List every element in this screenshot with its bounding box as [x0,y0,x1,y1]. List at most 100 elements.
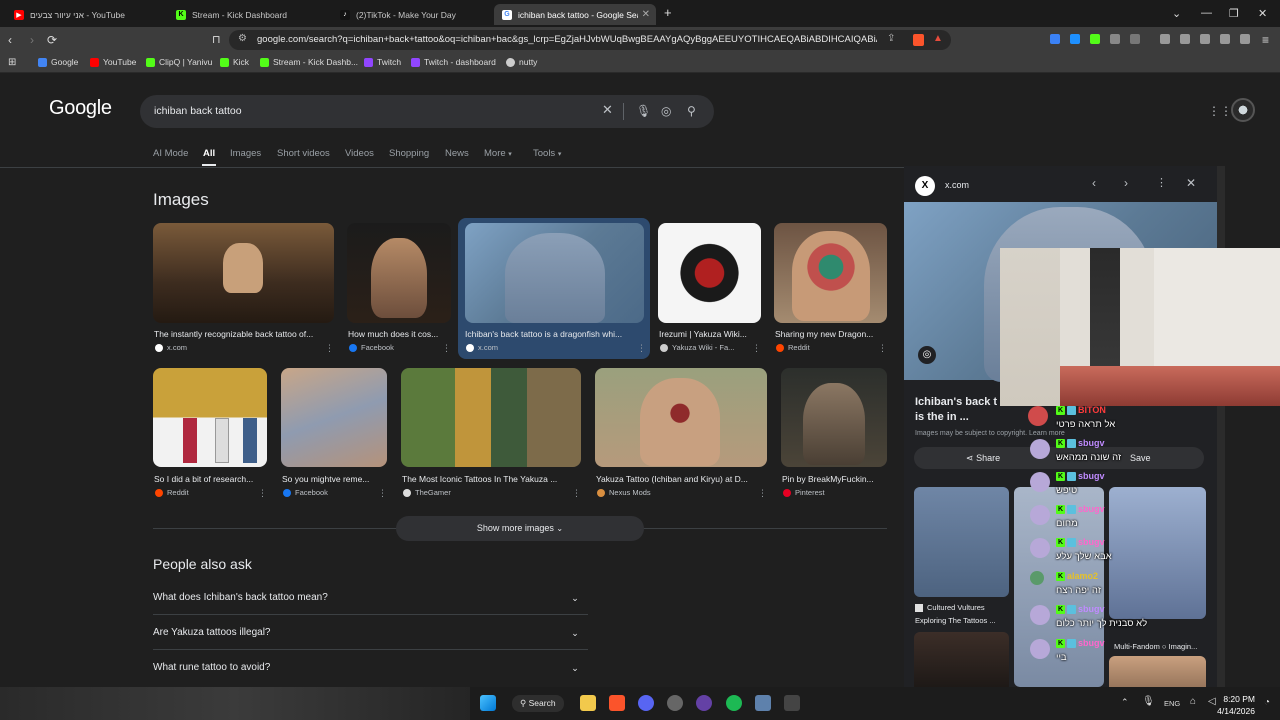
extension-icon[interactable] [1070,34,1080,44]
more-options-icon[interactable]: ⋮ [637,343,646,354]
bookmark-kick-dashboard[interactable]: Stream - Kick Dashb... [260,57,358,67]
taskbar-search[interactable]: ⚲ Search [512,695,564,712]
reload-icon[interactable]: ⟳ [47,33,57,47]
chevron-down-icon[interactable]: ⌄ [566,659,584,677]
paa-question[interactable]: What rune tattoo to avoid? ⌄ [153,662,588,673]
tab-videos[interactable]: Videos [345,148,374,159]
more-options-icon[interactable]: ⋮ [878,343,887,354]
tab-news[interactable]: News [445,148,469,159]
browser-tab-kick[interactable]: K Stream - Kick Dashboard [168,4,328,25]
search-box[interactable]: ichiban back tattoo ✕ 🎙 ◎ ⚲ [140,95,714,128]
media-icon[interactable] [1160,34,1170,44]
image-result-8[interactable] [401,368,581,467]
share-icon[interactable]: ⇪ [887,33,895,44]
image-caption[interactable]: So I did a bit of research... [154,474,264,484]
image-result-9[interactable] [595,368,767,467]
google-logo[interactable]: Google [49,97,112,120]
bookmark-clipq[interactable]: ClipQ | Yanivu [146,57,212,67]
image-source[interactable]: Reddit [155,488,189,497]
search-icon[interactable]: ⚲ [687,104,696,118]
image-caption[interactable]: How much does it cos... [348,329,448,339]
minimize-icon[interactable]: — [1201,7,1212,19]
image-caption[interactable]: Ichiban's back tattoo is a dragonfish wh… [465,329,637,339]
image-source[interactable]: Facebook [349,343,394,352]
extension-icon[interactable] [1050,34,1060,44]
browser-tab-tiktok[interactable]: ♪ (2)TikTok - Make Your Day [332,4,492,25]
chevron-down-icon[interactable]: ⌄ [566,589,584,607]
bookmark-google[interactable]: Google [38,57,78,67]
menu-icon[interactable]: ≡ [1262,33,1269,47]
brave-rewards-icon[interactable]: ▲ [933,33,943,44]
image-source[interactable]: x.com [466,343,498,352]
image-source[interactable]: Pinterest [783,488,825,497]
image-source[interactable]: TheGamer [403,488,451,497]
chevron-down-icon[interactable]: ⌄ [566,624,584,642]
preview-domain[interactable]: x.com [945,180,969,190]
wallet-icon[interactable] [1200,34,1210,44]
more-options-icon[interactable]: ⋮ [378,488,387,499]
discord-icon[interactable] [638,695,654,711]
bookmark-twitch-dashboard[interactable]: Twitch - dashboard [411,57,496,67]
brave-icon[interactable] [609,695,625,711]
tab-short-videos[interactable]: Short videos [277,148,330,159]
account-avatar[interactable] [1231,98,1255,122]
volume-icon[interactable]: ◁ [1208,696,1216,707]
google-apps-icon[interactable]: ⋮⋮ [1208,104,1232,118]
image-source[interactable]: Nexus Mods [597,488,651,497]
vpn-icon[interactable] [1240,34,1250,44]
image-source[interactable]: Reddit [776,343,810,352]
search-input[interactable]: ichiban back tattoo [154,105,242,117]
image-caption[interactable]: Irezumi | Yakuza Wiki... [659,329,759,339]
close-window-icon[interactable]: ✕ [1258,7,1267,20]
image-result-1[interactable] [153,223,334,323]
image-result-7[interactable] [281,368,387,467]
extensions-puzzle-icon[interactable] [1110,34,1120,44]
close-tab-icon[interactable]: ✕ [642,9,650,20]
tab-all[interactable]: All [203,148,215,159]
browser-tab-google[interactable]: G ichiban back tattoo - Google Sea... ✕ [494,4,656,25]
paa-question[interactable]: What does Ichiban's back tattoo mean? ⌄ [153,592,588,603]
previous-icon[interactable]: ‹ [1092,176,1096,190]
forward-icon[interactable]: › [30,33,34,47]
more-options-icon[interactable]: ⋮ [442,343,451,354]
app-icon[interactable] [696,695,712,711]
new-tab-icon[interactable]: + [664,5,672,20]
brave-shield-icon[interactable] [913,34,924,46]
image-result-3[interactable] [465,223,644,323]
file-explorer-icon[interactable] [580,695,596,711]
bookmark-youtube[interactable]: YouTube [90,57,136,67]
show-more-images-button[interactable]: Show more images ⌄ [396,516,644,541]
image-caption[interactable]: Pin by BreakMyFuckin... [782,474,886,484]
image-result-5[interactable] [774,223,887,323]
clear-icon[interactable]: ✕ [602,102,613,118]
share-button[interactable]: ⋖ Share [966,453,1000,464]
more-options-icon[interactable]: ⋮ [325,343,334,354]
bookmark-kick[interactable]: Kick [220,57,249,67]
lens-icon[interactable]: ◎ [661,104,671,118]
tab-search-icon[interactable]: ⌄ [1172,7,1181,20]
tab-more[interactable]: More ▾ [484,148,512,159]
related-source[interactable]: Cultured Vultures [915,603,985,612]
image-source[interactable]: x.com [155,343,187,352]
site-info-icon[interactable]: ⚙ [238,33,247,44]
network-icon[interactable]: ⌂ [1190,696,1196,707]
language-indicator[interactable]: ENG [1164,699,1180,708]
image-result-2[interactable] [347,223,451,323]
windows-start-icon[interactable] [480,695,496,711]
tray-chevron-icon[interactable]: ⌃ [1121,697,1129,708]
app-icon[interactable] [784,695,800,711]
image-caption[interactable]: The instantly recognizable back tattoo o… [154,329,329,339]
sidebar-icon[interactable] [1180,34,1190,44]
more-options-icon[interactable]: ⋮ [758,488,767,499]
app-icon[interactable] [755,695,771,711]
more-options-icon[interactable]: ⋮ [1156,176,1167,189]
image-caption[interactable]: Yakuza Tattoo (Ichiban and Kiryu) at D..… [596,474,764,484]
bookmark-twitch[interactable]: Twitch [364,57,401,67]
image-source[interactable]: Facebook [283,488,328,497]
extension-icon[interactable] [1090,34,1100,44]
extension-icon[interactable] [1130,34,1140,44]
image-caption[interactable]: So you mightve reme... [282,474,384,484]
more-options-icon[interactable]: ⋮ [258,488,267,499]
panel-scrollbar[interactable] [1217,166,1225,687]
steam-icon[interactable] [667,695,683,711]
